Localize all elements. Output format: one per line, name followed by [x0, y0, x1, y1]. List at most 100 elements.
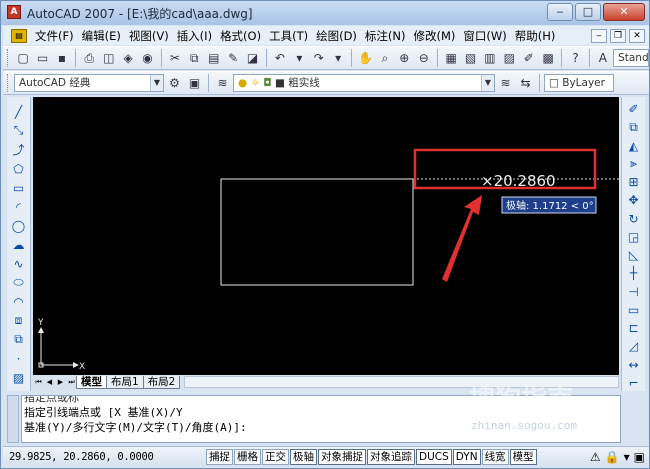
first-tab-icon[interactable]: ⏮ [33, 377, 44, 388]
zoom-realtime-icon[interactable]: ⌕ [376, 49, 394, 68]
layer-previous-icon[interactable]: ⇆ [516, 74, 535, 93]
3d-dwf-icon[interactable]: ◉ [138, 49, 156, 68]
construction-line-icon[interactable]: ⤡ [9, 122, 29, 139]
undo-icon[interactable]: ↶ [271, 49, 289, 68]
paste-icon[interactable]: ▤ [205, 49, 223, 68]
trim-icon[interactable]: ┼ [624, 265, 644, 281]
ellipse-arc-icon[interactable]: ◠ [9, 293, 29, 310]
workspace-combo[interactable]: AutoCAD 经典 ▼ [14, 74, 164, 92]
redo-icon[interactable]: ↷ [310, 49, 328, 68]
polar-toggle[interactable]: 极轴 [290, 448, 317, 465]
make-block-icon[interactable]: ⧉ [9, 331, 29, 348]
zoom-previous-icon[interactable]: ⊖ [415, 49, 433, 68]
ellipse-icon[interactable]: ⬭ [9, 274, 29, 291]
horizontal-scrollbar[interactable] [184, 376, 619, 388]
communication-center-icon[interactable]: ⚠ [590, 450, 601, 464]
autocad-app-icon[interactable]: A [7, 5, 21, 19]
stretch-icon[interactable]: ◺ [624, 247, 644, 263]
chevron-down-icon[interactable]: ▼ [150, 75, 163, 91]
point-icon[interactable]: · [9, 350, 29, 367]
snap-toggle[interactable]: 捕捉 [206, 448, 233, 465]
next-tab-icon[interactable]: ▶ [55, 377, 66, 388]
fillet-icon[interactable]: ↔ [624, 357, 644, 373]
cut-icon[interactable]: ✂ [166, 49, 184, 68]
markup-icon[interactable]: ✐ [520, 49, 538, 68]
explode-icon[interactable]: ⌐ [624, 375, 644, 391]
tab-layout2[interactable]: 布局2 [142, 375, 181, 389]
menu-format[interactable]: 格式(O) [216, 28, 265, 44]
extend-icon[interactable]: ⊣ [624, 284, 644, 300]
menu-window[interactable]: 窗口(W) [459, 28, 510, 44]
workspace-settings-icon[interactable]: ⚙ [165, 74, 184, 93]
ortho-toggle[interactable]: 正交 [262, 448, 289, 465]
break-icon[interactable]: ▭ [624, 302, 644, 318]
lineweight-toggle[interactable]: 线宽 [481, 448, 509, 465]
chamfer-icon[interactable]: ◿ [624, 338, 644, 354]
doc-minimize-button[interactable]: ‒ [591, 28, 607, 43]
array-icon[interactable]: ⊞ [624, 174, 644, 190]
erase-icon[interactable]: ✐ [624, 101, 644, 117]
prev-tab-icon[interactable]: ◀ [44, 377, 55, 388]
make-current-layer-icon[interactable]: ≋ [496, 74, 515, 93]
drawn-rectangle[interactable] [220, 178, 414, 286]
polygon-icon[interactable]: ⬠ [9, 160, 29, 177]
menu-file[interactable]: 文件(F) [31, 28, 78, 44]
menu-draw[interactable]: 绘图(D) [312, 28, 361, 44]
join-icon[interactable]: ⊏ [624, 320, 644, 336]
insert-block-icon[interactable]: ⧈ [9, 312, 29, 329]
menu-insert[interactable]: 插入(I) [173, 28, 216, 44]
tab-model[interactable]: 模型 [76, 375, 107, 389]
toolbar-grip[interactable] [7, 49, 10, 67]
copy-icon[interactable]: ⧉ [185, 49, 203, 68]
properties-icon[interactable]: ▦ [442, 49, 460, 68]
tab-layout1[interactable]: 布局1 [106, 375, 144, 389]
maximize-button[interactable]: □ [575, 3, 601, 21]
coordinate-readout[interactable]: 29.9825, 20.2860, 0.0000 [9, 451, 205, 463]
help-icon[interactable]: ? [566, 49, 584, 68]
calculator-icon[interactable]: ▩ [539, 49, 557, 68]
block-editor-icon[interactable]: ◪ [243, 49, 261, 68]
rotate-icon[interactable]: ↻ [624, 211, 644, 227]
revision-cloud-icon[interactable]: ☁ [9, 236, 29, 253]
text-style-combo[interactable]: Stand [613, 49, 650, 67]
mirror-icon[interactable]: ◭ [624, 138, 644, 154]
redo-dropdown-icon[interactable]: ▾ [329, 49, 347, 68]
arc-icon[interactable]: ◜ [9, 198, 29, 215]
offset-icon[interactable]: ⫸ [624, 156, 644, 172]
menu-view[interactable]: 视图(V) [125, 28, 173, 44]
menu-modify[interactable]: 修改(M) [410, 28, 460, 44]
dyn-toggle[interactable]: DYN [452, 448, 481, 465]
toolbar-grip[interactable] [7, 74, 10, 92]
plot-preview-icon[interactable]: ◫ [100, 49, 118, 68]
sheet-set-icon[interactable]: ▨ [500, 49, 518, 68]
command-window[interactable]: 指定点或标 指定引线端点或 [X 基准(X)/Y 基准(Y)/多行文字(M)/文… [21, 395, 621, 443]
text-style-icon[interactable]: A [594, 49, 612, 68]
menu-dimension[interactable]: 标注(N) [361, 28, 410, 44]
save-workspace-icon[interactable]: ▣ [185, 74, 204, 93]
drawing-area[interactable]: ×20.2860 极轴: 1.1712 < 0° Y X [33, 97, 619, 375]
doc-restore-button[interactable]: ❐ [610, 28, 626, 43]
ducs-toggle[interactable]: DUCS [416, 448, 452, 465]
undo-dropdown-icon[interactable]: ▾ [290, 49, 308, 68]
document-icon[interactable]: ▤ [11, 28, 27, 43]
move-icon[interactable]: ✥ [624, 192, 644, 208]
model-toggle[interactable]: 模型 [509, 448, 537, 465]
publish-icon[interactable]: ◈ [119, 49, 137, 68]
layer-manager-icon[interactable]: ≋ [213, 74, 232, 93]
otrack-toggle[interactable]: 对象追踪 [367, 448, 415, 465]
match-properties-icon[interactable]: ✎ [224, 49, 242, 68]
menu-help[interactable]: 帮助(H) [511, 28, 560, 44]
line-icon[interactable]: ╱ [9, 103, 29, 120]
pan-icon[interactable]: ✋ [356, 49, 374, 68]
clean-screen-icon[interactable]: ▣ [634, 450, 645, 464]
osnap-toggle[interactable]: 对象捕捉 [318, 448, 366, 465]
scale-icon[interactable]: ◲ [624, 229, 644, 245]
copy-object-icon[interactable]: ⧉ [624, 119, 644, 135]
circle-icon[interactable]: ◯ [9, 217, 29, 234]
design-center-icon[interactable]: ▧ [461, 49, 479, 68]
color-combo[interactable]: □ ByLayer [544, 74, 614, 92]
status-menu-icon[interactable]: ▾ [624, 450, 630, 464]
hatch-icon[interactable]: ▨ [9, 369, 29, 386]
spline-icon[interactable]: ∿ [9, 255, 29, 272]
layer-combo[interactable]: ● ☼ ◘ ■ 粗实线 ▼ [233, 74, 495, 92]
